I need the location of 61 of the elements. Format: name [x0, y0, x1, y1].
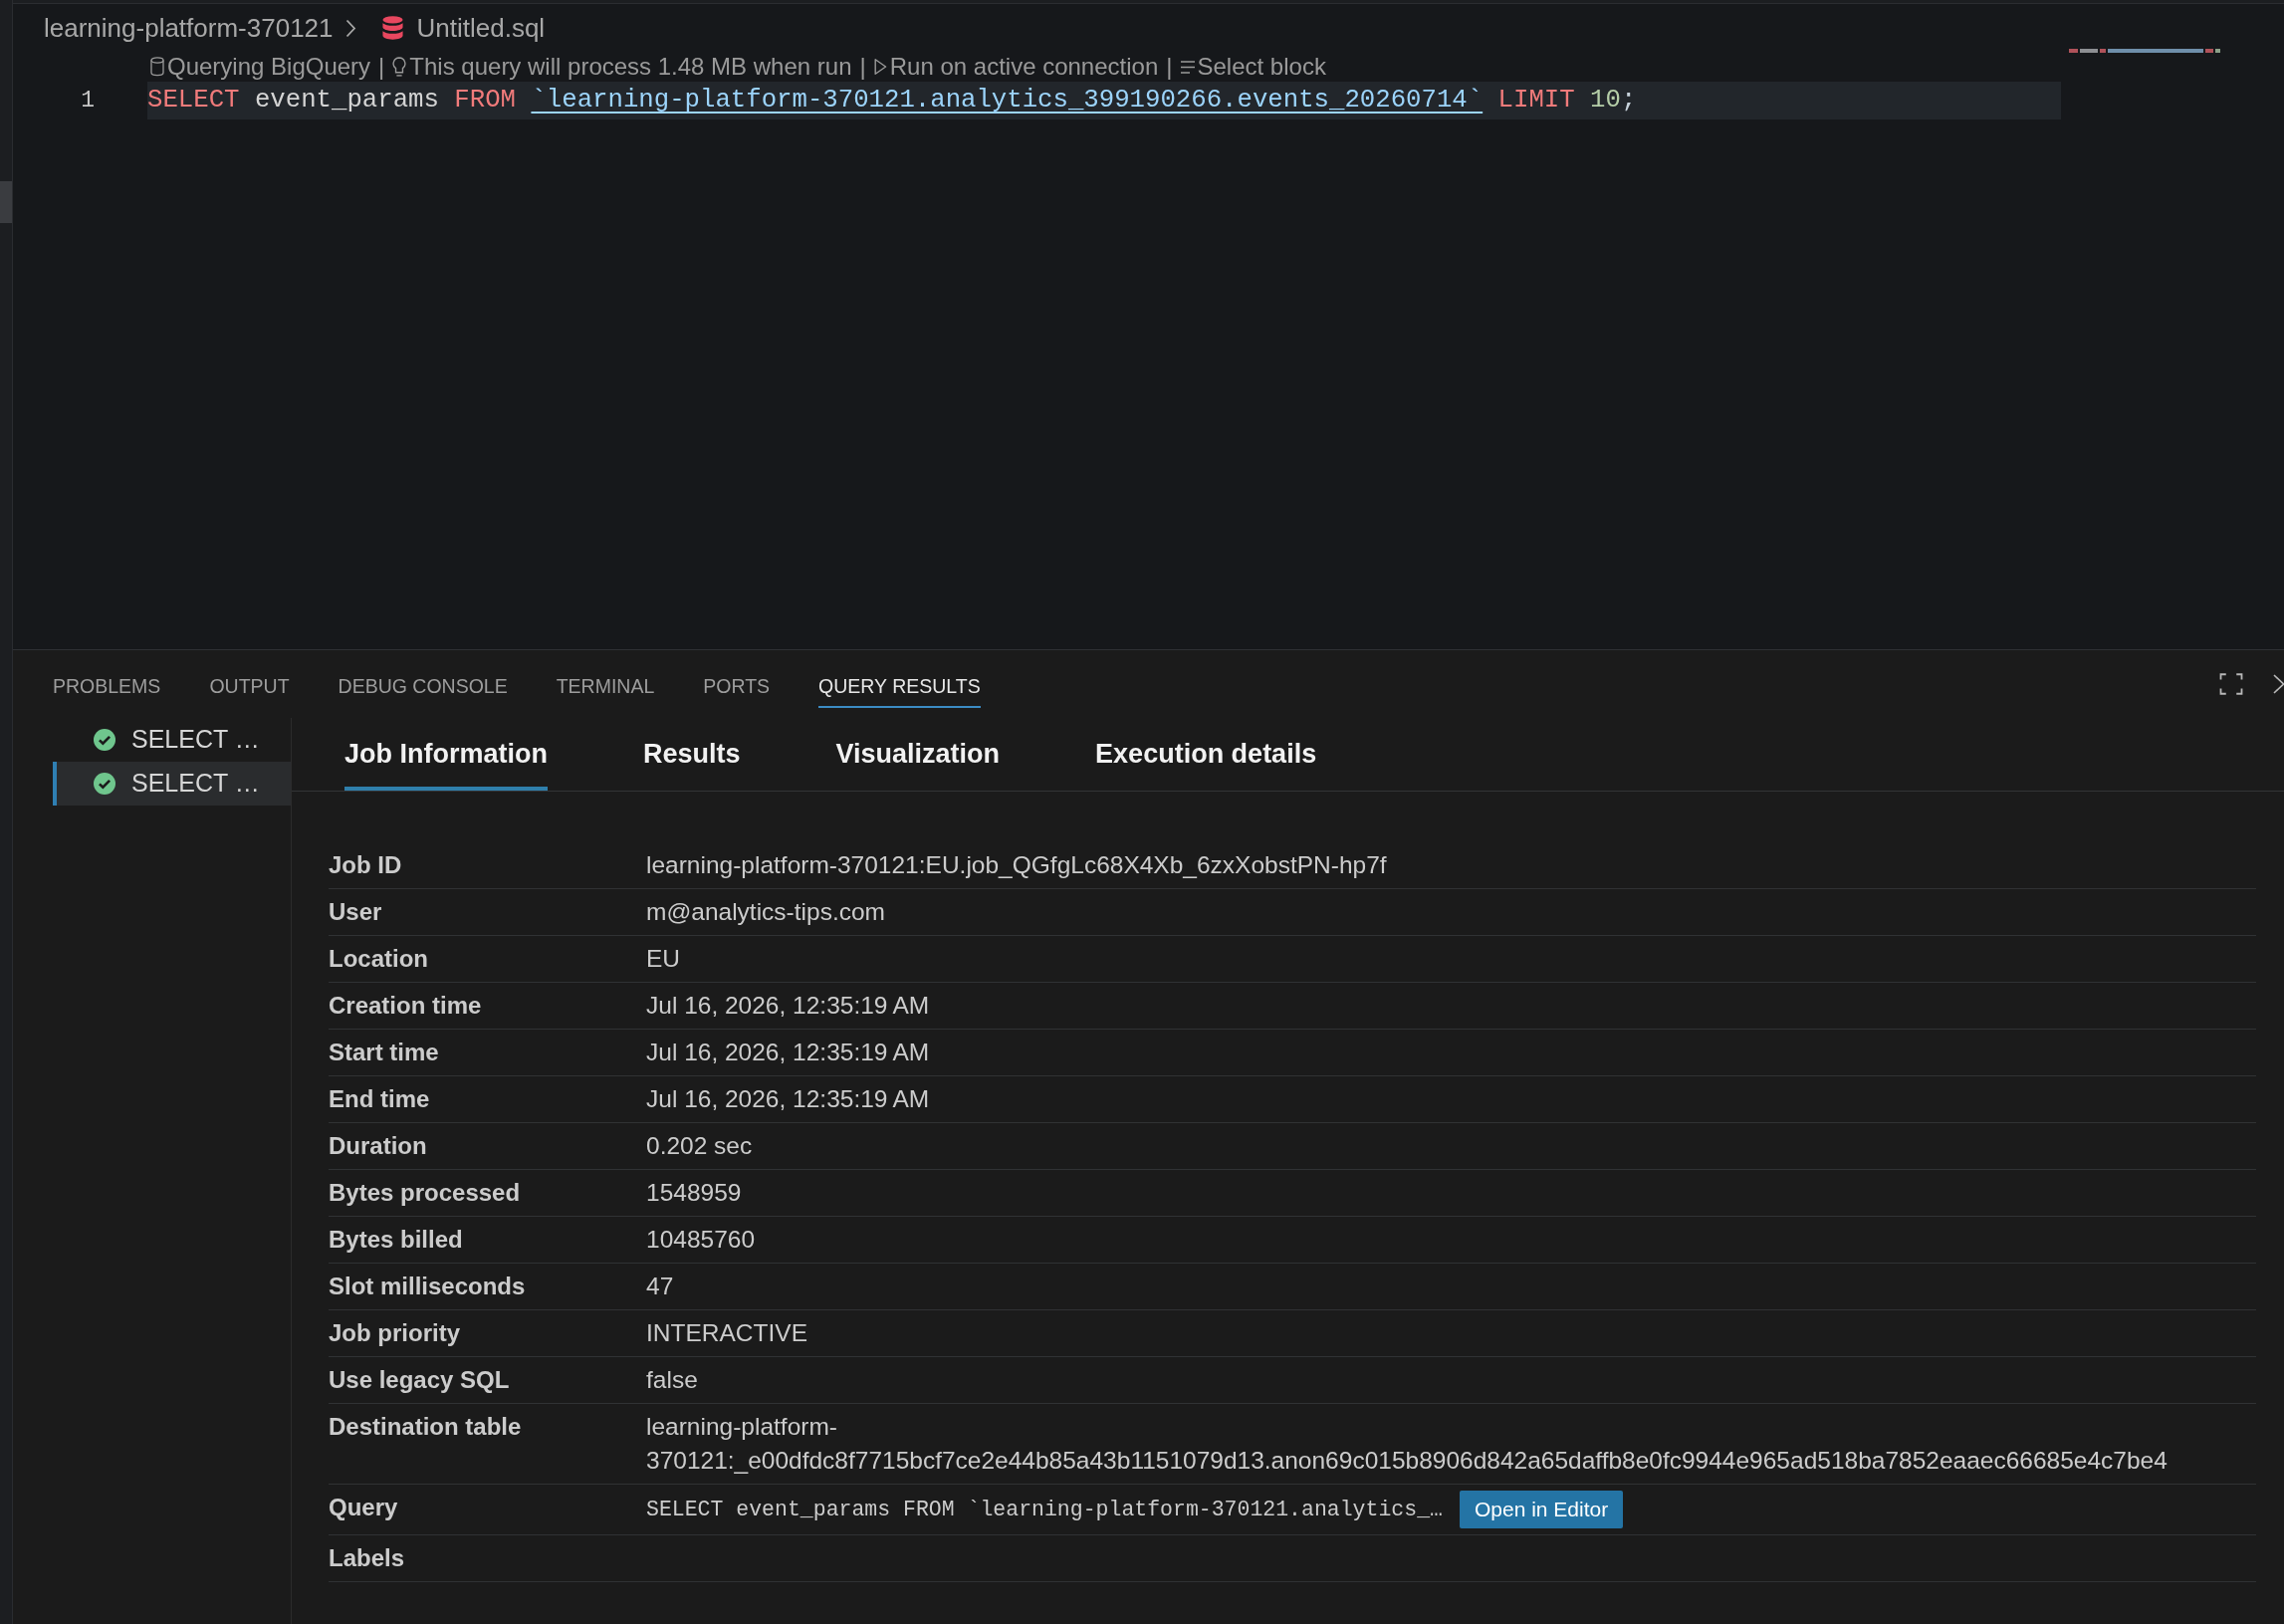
breadcrumb-link[interactable]: learning-platform-370121 — [44, 8, 334, 48]
panel-tab[interactable]: DEBUG CONSOLE — [338, 650, 508, 708]
code-lens-link[interactable]: Querying BigQuery — [150, 49, 371, 85]
panel-tab[interactable]: TERMINAL — [556, 650, 655, 708]
maximize-icon — [2219, 672, 2243, 696]
result-tab[interactable]: Execution details — [1095, 718, 1317, 791]
field-label: Start time — [329, 1038, 440, 1067]
database-icon — [150, 57, 164, 77]
field-value: EU — [646, 944, 682, 974]
field-label: Use legacy SQL — [329, 1365, 511, 1395]
field-value: 10485760 — [646, 1225, 756, 1255]
field-value: INTERACTIVE — [646, 1318, 808, 1348]
field-value: 1548959 — [646, 1178, 743, 1208]
field-label: Job priority — [329, 1318, 461, 1348]
code-lens-link[interactable]: Run on active connection — [873, 49, 1159, 85]
code-lens-link[interactable]: This query will process 1.48 MB when run — [392, 49, 852, 85]
line-number: 1 — [81, 88, 95, 114]
field-value: Jul 16, 2026, 12:35:19 AM — [646, 991, 931, 1021]
lightbulb-icon — [392, 56, 407, 78]
field-label: Destination table — [329, 1412, 523, 1442]
field-label: Creation time — [329, 991, 483, 1021]
field-label: End time — [329, 1084, 431, 1114]
panel-tab[interactable]: QUERY RESULTS — [818, 650, 981, 708]
field-label: Job ID — [329, 850, 403, 880]
code-lens-link[interactable]: Select block — [1180, 49, 1326, 85]
field-label: Query — [329, 1493, 399, 1522]
result-tab[interactable]: Results — [643, 718, 741, 791]
field-value: learning-platform-370121:EU.job_QGfgLc68X4Xb_6zxXobstPN-hp7f — [646, 850, 1388, 880]
query-history-item[interactable]: SELECT … — [53, 762, 291, 806]
chevron-icon — [2273, 674, 2284, 694]
separator-text: | — [1166, 52, 1173, 82]
field-label: Slot milliseconds — [329, 1272, 527, 1301]
separator-text: | — [378, 52, 385, 82]
query-history-item[interactable]: SELECT … — [53, 718, 291, 762]
field-label: Labels — [329, 1543, 406, 1573]
field-value: Jul 16, 2026, 12:35:19 AM — [646, 1084, 931, 1114]
separator-text: | — [859, 52, 866, 82]
lines-icon — [1180, 60, 1195, 74]
scrollbar-thumb[interactable] — [0, 181, 12, 223]
result-tab[interactable]: Visualization — [835, 718, 1001, 791]
field-label: Bytes processed — [329, 1178, 522, 1208]
field-label: Bytes billed — [329, 1225, 464, 1255]
field-label: User — [329, 897, 383, 927]
panel-tab[interactable]: PROBLEMS — [53, 650, 161, 708]
field-label: Duration — [329, 1131, 428, 1161]
panel-tab[interactable]: OUTPUT — [209, 650, 290, 708]
field-value: 0.202 sec — [646, 1131, 754, 1161]
result-tab[interactable]: Job Information — [344, 718, 548, 791]
field-value: false — [646, 1365, 699, 1395]
breadcrumb-file[interactable]: Untitled.sql — [381, 8, 546, 48]
panel-tab[interactable]: PORTS — [703, 650, 771, 708]
query-text: SELECT event_params FROM `learning-platform-370121.analytics_… — [646, 1497, 1443, 1523]
chevron-right-icon — [344, 18, 356, 38]
field-value: Jul 16, 2026, 12:35:19 AM — [646, 1038, 931, 1067]
play-icon — [873, 58, 887, 76]
field-value: learning-platform-370121:_e00dfdc8f7715bcf7ce2e44b85a43b1151079d13.anon69c015b8906d842a65daffb8e0fc9944e965ad518ba7852eaaec66685e4c7be4 — [646, 1412, 2169, 1476]
field-value: 47 — [646, 1272, 675, 1301]
open-in-editor-button[interactable]: Open in Editor — [1459, 1491, 1624, 1528]
field-label: Location — [329, 944, 429, 974]
database-icon — [381, 16, 403, 40]
field-value: m@analytics-tips.com — [646, 897, 886, 927]
